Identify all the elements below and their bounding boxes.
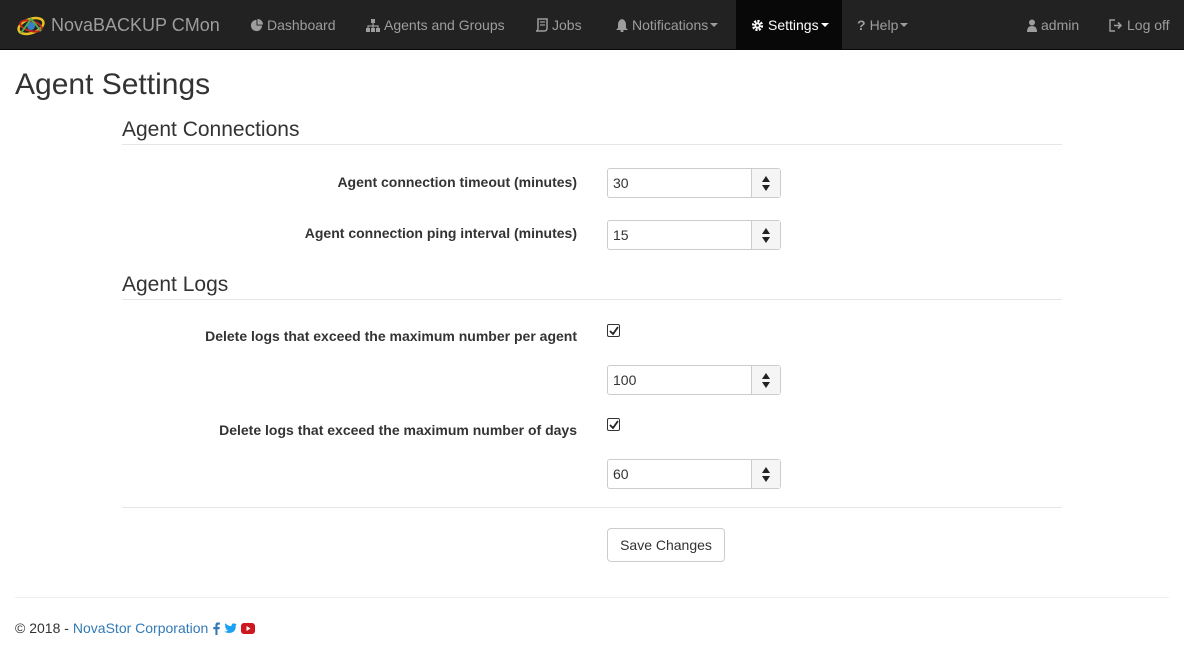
timeout-spinner[interactable] (751, 169, 780, 197)
top-navbar: NovaBACKUP CMon Dashboard Agents and Gro… (0, 0, 1184, 50)
spinner-up-icon[interactable] (762, 466, 770, 473)
question-icon: ? (857, 17, 866, 33)
sitemap-icon (366, 18, 380, 32)
social-links (213, 621, 259, 635)
chevron-down-icon (820, 23, 829, 27)
cog-icon (751, 19, 764, 32)
spinner-down-icon[interactable] (762, 381, 770, 388)
nav-user-label: admin (1041, 17, 1080, 33)
nav-log-off[interactable]: Log off (1094, 0, 1184, 50)
ping-interval-input[interactable] (608, 227, 753, 243)
section-divider (122, 144, 1062, 145)
page-title: Agent Settings (15, 68, 211, 101)
nav-jobs[interactable]: Jobs (520, 0, 597, 50)
nav-notifications[interactable]: Notifications (601, 0, 733, 50)
save-changes-button[interactable]: Save Changes (607, 528, 725, 562)
spinner-up-icon[interactable] (762, 372, 770, 379)
ping-interval-number-input[interactable] (607, 220, 781, 250)
nav-jobs-label: Jobs (552, 17, 582, 33)
pie-chart-icon (250, 18, 263, 32)
nav-settings-label: Settings (768, 17, 819, 33)
nav-notifications-label: Notifications (632, 17, 709, 33)
section-title-logs: Agent Logs (122, 273, 229, 296)
logs-per-agent-checkbox[interactable] (607, 324, 620, 337)
logs-days-checkbox[interactable] (607, 418, 620, 431)
nav-agents-label: Agents and Groups (384, 17, 505, 33)
timeout-number-input[interactable] (607, 168, 781, 198)
ping-interval-spinner[interactable] (751, 221, 780, 249)
logs-per-agent-number-input[interactable] (607, 365, 781, 395)
twitter-icon[interactable] (224, 622, 238, 634)
logs-days-input[interactable] (608, 466, 753, 482)
nav-help-label: Help (869, 17, 899, 33)
section-title-connections: Agent Connections (122, 118, 300, 141)
logs-days-spinner[interactable] (751, 460, 780, 488)
nav-agents-and-groups[interactable]: Agents and Groups (351, 0, 520, 50)
timeout-input[interactable] (608, 175, 753, 191)
user-icon (1027, 19, 1037, 32)
script-icon (535, 18, 548, 32)
logs-per-agent-input[interactable] (608, 372, 753, 388)
timeout-label: Agent connection timeout (minutes) (337, 174, 577, 190)
logs-per-agent-label: Delete logs that exceed the maximum numb… (205, 328, 577, 344)
logs-days-label: Delete logs that exceed the maximum numb… (219, 422, 577, 438)
footer-divider (15, 597, 1169, 598)
brand-link[interactable]: NovaBACKUP CMon (15, 0, 220, 50)
log-out-icon (1109, 18, 1123, 32)
spinner-up-icon[interactable] (762, 227, 770, 234)
youtube-icon[interactable] (241, 622, 256, 634)
chevron-down-icon (710, 23, 719, 27)
ping-interval-label: Agent connection ping interval (minutes) (304, 225, 577, 241)
bell-icon (616, 18, 628, 32)
company-link[interactable]: NovaStor Corporation (73, 620, 208, 636)
brand-name: NovaBACKUP CMon (51, 14, 220, 35)
footer: © 2018 - NovaStor Corporation (15, 620, 259, 636)
checkmark-icon (609, 420, 619, 430)
nav-settings[interactable]: Settings (736, 0, 842, 50)
chevron-down-icon (900, 23, 909, 27)
nav-help[interactable]: ? Help (842, 0, 923, 50)
form-actions-divider (122, 507, 1062, 508)
novabackup-logo-icon (17, 16, 45, 36)
spinner-down-icon[interactable] (762, 236, 770, 243)
logs-per-agent-spinner[interactable] (751, 366, 780, 394)
checkmark-icon (609, 326, 619, 336)
nav-user-admin[interactable]: admin (1012, 0, 1094, 50)
nav-logoff-label: Log off (1127, 17, 1170, 33)
spinner-down-icon[interactable] (762, 475, 770, 482)
copyright-text: © 2018 - (15, 620, 69, 636)
spinner-down-icon[interactable] (762, 184, 770, 191)
section-divider (122, 299, 1062, 300)
nav-dashboard-label: Dashboard (267, 17, 336, 33)
facebook-icon[interactable] (213, 621, 221, 635)
spinner-up-icon[interactable] (762, 175, 770, 182)
nav-dashboard[interactable]: Dashboard (235, 0, 351, 50)
logs-days-number-input[interactable] (607, 459, 781, 489)
